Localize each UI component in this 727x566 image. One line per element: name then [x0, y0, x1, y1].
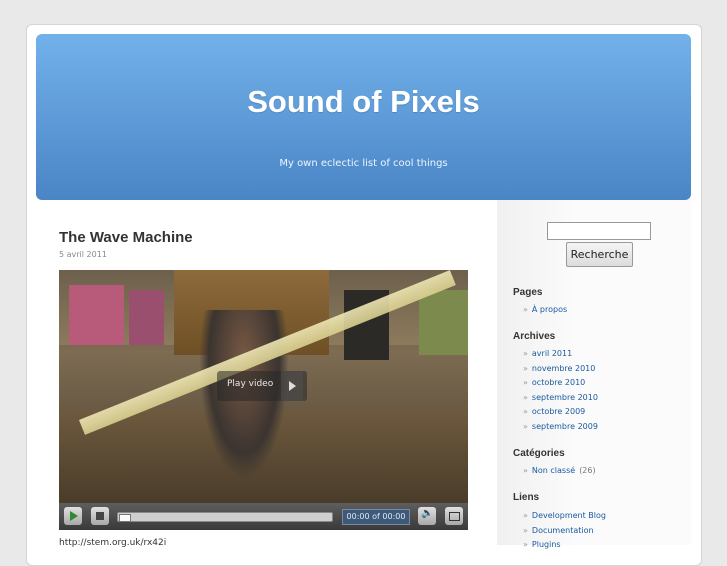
progress-handle[interactable] — [119, 514, 131, 522]
archive-link[interactable]: septembre 2009 — [532, 422, 598, 431]
archives-list: » avril 2011 » novembre 2010 » octobre 2010… — [523, 347, 598, 434]
video-player[interactable]: Play video 00:00 of 00:00 — [59, 270, 468, 530]
link-item: » Documentation — [523, 525, 594, 535]
search-button[interactable]: Recherche — [566, 242, 633, 267]
archive-link[interactable]: octobre 2009 — [532, 407, 585, 416]
categories-list: » Non classé (26) — [523, 464, 596, 479]
blog-header: Sound of Pixels My own eclectic list of … — [36, 34, 691, 200]
progress-bar[interactable] — [117, 512, 333, 522]
video-controls: 00:00 of 00:00 — [59, 503, 468, 530]
archive-link[interactable]: octobre 2010 — [532, 378, 585, 387]
main-content: The Wave Machine 5 avril 2011 Play video — [36, 210, 496, 550]
volume-button[interactable] — [418, 507, 436, 525]
fullscreen-button[interactable] — [445, 507, 463, 525]
pages-list: » À propos — [523, 303, 567, 318]
links-title: Liens — [513, 492, 540, 503]
archive-item: » octobre 2009 — [523, 407, 586, 416]
play-video-overlay[interactable]: Play video — [217, 371, 307, 401]
post-link[interactable]: http://stem.org.uk/rx42i — [59, 538, 166, 548]
post-title[interactable]: The Wave Machine — [59, 229, 193, 246]
blog-title-link[interactable]: Sound of Pixels — [36, 84, 691, 120]
category-item: » Non classé (26) — [523, 466, 596, 475]
play-video-label: Play video — [227, 379, 274, 389]
post-date: 5 avril 2011 — [59, 250, 107, 259]
archive-link[interactable]: septembre 2010 — [532, 393, 598, 402]
archives-title: Archives — [513, 331, 556, 342]
links-list: » Development Blog » Documentation » Plugin… — [523, 509, 606, 553]
video-thumbnail[interactable]: Play video — [59, 270, 468, 503]
sidebar: Recherche Pages » À propos Archives » avri… — [497, 200, 691, 549]
link-item-link[interactable]: Documentation — [532, 526, 594, 535]
link-item-link[interactable]: Development Blog — [532, 511, 606, 520]
stop-button[interactable] — [91, 507, 109, 525]
category-link[interactable]: Non classé — [532, 466, 575, 475]
archive-item: » octobre 2010 — [523, 378, 586, 387]
link-item: » Development Blog — [523, 511, 606, 520]
archive-item: » novembre 2010 — [523, 363, 596, 373]
link-item: » Plugins — [523, 540, 561, 549]
scene-poster-left — [69, 285, 124, 345]
archive-link[interactable]: novembre 2010 — [532, 364, 595, 373]
time-display: 00:00 of 00:00 — [342, 509, 410, 525]
pages-item: » À propos — [523, 305, 568, 314]
archive-item: » septembre 2009 — [523, 421, 598, 431]
blog-description: My own eclectic list of cool things — [279, 158, 448, 169]
pages-item-link[interactable]: À propos — [532, 305, 567, 314]
scene-poster-right — [419, 290, 468, 355]
categories-title: Catégories — [513, 448, 565, 459]
archive-link[interactable]: avril 2011 — [532, 349, 572, 358]
archive-item: » septembre 2010 — [523, 392, 598, 402]
archive-item: » avril 2011 — [523, 349, 573, 358]
scene-poster-mid — [129, 290, 164, 345]
category-count: (26) — [579, 466, 596, 475]
play-button[interactable] — [64, 507, 82, 525]
search-input[interactable] — [547, 222, 651, 240]
pages-title: Pages — [513, 287, 543, 298]
play-arrow-icon — [281, 371, 303, 401]
